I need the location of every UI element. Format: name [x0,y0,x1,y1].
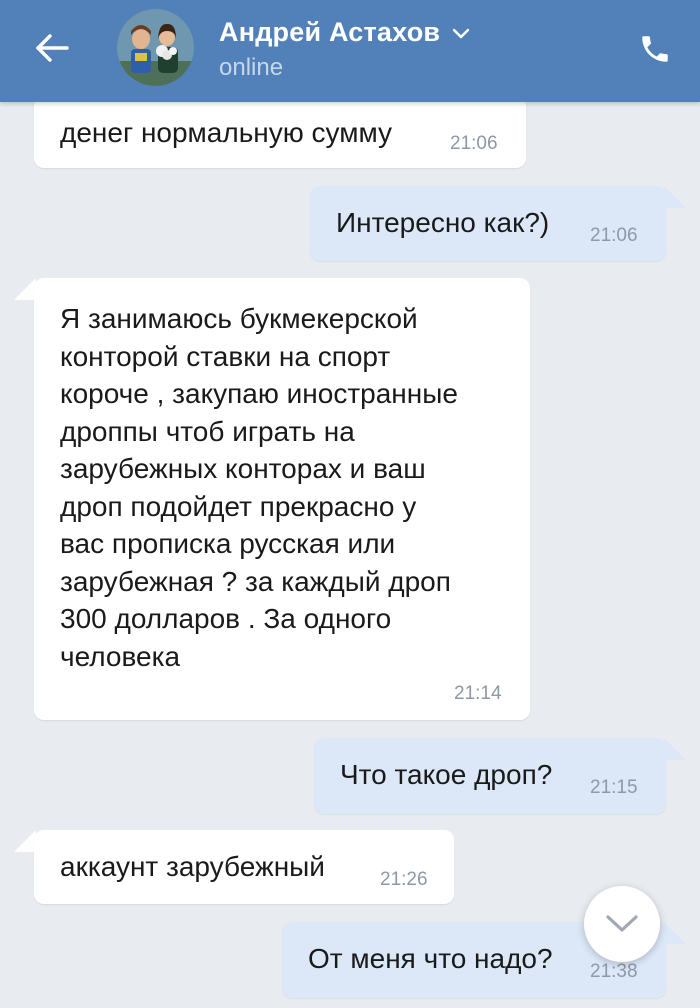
message-time: 21:38 [590,961,638,982]
message-list[interactable]: денег нормальную сумму 21:06 Интересно к… [0,0,700,1008]
message-bubble-incoming[interactable]: Я занимаюсь букмекерской конторой ставки… [34,278,530,720]
chat-header: Андрей Астахов online [0,0,700,102]
message-bubble-incoming[interactable]: аккаунт зарубежный 21:26 [34,830,454,904]
bubble-tail [14,830,36,852]
message-text: аккаунт зарубежный [60,851,325,882]
message-bubble-incoming[interactable]: денег нормальную сумму 21:06 [34,96,526,168]
message-time: 21:26 [380,869,428,890]
message-time: 21:14 [454,683,502,704]
back-button[interactable] [26,24,78,72]
bubble-tail [664,738,686,760]
message-text: Что такое дроп? [340,759,553,790]
contact-name[interactable]: Андрей Астахов [219,14,470,50]
message-time: 21:06 [590,225,638,246]
message-time: 21:15 [590,777,638,798]
scroll-to-bottom-button[interactable] [584,886,660,962]
message-text: Интересно как?) [336,207,550,238]
bubble-tail [14,278,36,300]
chevron-down-icon [605,914,639,934]
message-bubble-outgoing[interactable]: Что такое дроп? 21:15 [314,738,666,814]
message-bubble-outgoing[interactable]: Интересно как?) 21:06 [310,186,666,261]
message-text: денег нормальную сумму [60,117,393,148]
arrow-left-icon [35,33,69,63]
avatar[interactable] [117,9,194,86]
message-time: 21:06 [450,133,498,154]
chevron-down-icon[interactable] [452,28,470,40]
contact-name-text: Андрей Астахов [219,16,441,47]
presence-status: online [219,54,284,81]
message-text: От меня что надо? [308,943,553,974]
phone-icon [638,32,672,66]
message-text: Я занимаюсь букмекерской конторой ставки… [60,303,458,672]
bubble-tail [664,922,686,944]
call-button[interactable] [628,22,682,76]
bubble-tail [664,186,686,208]
